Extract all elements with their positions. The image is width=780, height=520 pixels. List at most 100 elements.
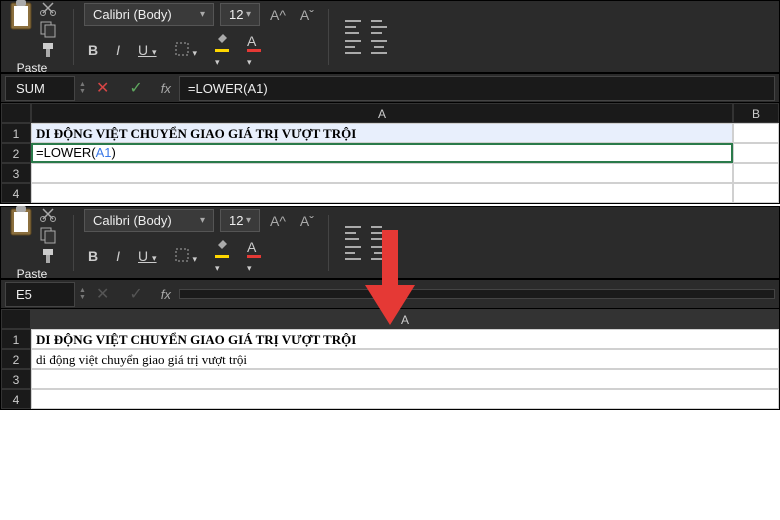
decrease-font-icon[interactable]: Aˇ [296, 213, 318, 229]
cell-A1[interactable]: DI ĐỘNG VIỆT CHUYỂN GIAO GIÁ TRỊ VƯỢT TR… [31, 123, 733, 143]
align-left-icon[interactable] [345, 246, 361, 260]
paste-label: Paste [17, 61, 48, 75]
paste-label: Paste [17, 267, 48, 281]
align-center-icon[interactable] [371, 246, 387, 260]
cell-A4[interactable] [31, 389, 779, 409]
grid-bottom: A 1 DI ĐỘNG VIỆT CHUYỂN GIAO GIÁ TRỊ VƯỢ… [1, 309, 779, 409]
bold-button[interactable]: B [84, 40, 102, 60]
border-button[interactable]: ▾ [171, 40, 201, 61]
ribbon-top: Paste Calibri (Body)▾ 12▾ A^ Aˇ B I U ▾ … [1, 1, 779, 73]
paste-group: Paste [7, 0, 57, 75]
cell-A4[interactable] [31, 183, 733, 203]
accept-button[interactable]: ✓ [119, 78, 152, 98]
font-group: Calibri (Body)▾ 12▾ A^ Aˇ B I U ▾ ▾ ▾ A … [84, 209, 318, 276]
font-name-select[interactable]: Calibri (Body)▾ [84, 3, 214, 26]
italic-button[interactable]: I [112, 40, 124, 60]
name-box[interactable]: SUM [5, 76, 75, 101]
font-size-select[interactable]: 12▾ [220, 209, 260, 232]
decrease-font-icon[interactable]: Aˇ [296, 7, 318, 23]
increase-font-icon[interactable]: A^ [266, 7, 290, 23]
bucket-icon [215, 32, 229, 46]
border-button[interactable]: ▾ [171, 246, 201, 267]
grid-top: A B 1 DI ĐỘNG VIỆT CHUYỂN GIAO GIÁ TRỊ V… [1, 103, 779, 203]
bold-button[interactable]: B [84, 246, 102, 266]
cancel-button: ✕ [86, 284, 119, 304]
align-group [345, 226, 387, 260]
formula-bar-bottom: E5 ▲▼ ✕ ✓ fx [1, 279, 779, 309]
align-left-icon[interactable] [345, 40, 361, 54]
row-header-3[interactable]: 3 [1, 369, 31, 389]
align-middle-icon[interactable] [371, 20, 387, 34]
fx-label[interactable]: fx [153, 81, 179, 96]
font-size-select[interactable]: 12▾ [220, 3, 260, 26]
paste-group: Paste [7, 205, 57, 281]
font-name-select[interactable]: Calibri (Body)▾ [84, 209, 214, 232]
select-all-corner[interactable] [1, 103, 31, 123]
row-header-2[interactable]: 2 [1, 143, 31, 163]
chevron-down-icon: ▾ [246, 215, 251, 226]
cell-B2[interactable] [733, 143, 779, 163]
font-color-button[interactable]: A ▾ [243, 237, 265, 276]
align-top-icon[interactable] [345, 226, 361, 240]
row-header-4[interactable]: 4 [1, 183, 31, 203]
col-header-A[interactable]: A [31, 103, 733, 123]
chevron-down-icon: ▾ [246, 9, 251, 20]
col-header-A[interactable]: A [31, 309, 779, 329]
align-top-icon[interactable] [345, 20, 361, 34]
ribbon-divider [73, 9, 74, 65]
cell-B4[interactable] [733, 183, 779, 203]
font-group: Calibri (Body)▾ 12▾ A^ Aˇ B I U ▾ ▾ ▾ A … [84, 3, 318, 70]
accept-button: ✓ [119, 284, 152, 304]
formula-bar-top: SUM ▲▼ ✕ ✓ fx =LOWER(A1) [1, 73, 779, 103]
paste-button[interactable] [7, 0, 35, 36]
fill-color-button[interactable]: ▾ [211, 30, 233, 70]
fill-color-button[interactable]: ▾ [211, 236, 233, 276]
cell-A3[interactable] [31, 369, 779, 389]
cut-icon[interactable] [39, 0, 57, 17]
screenshot-container: Paste Calibri (Body)▾ 12▾ A^ Aˇ B I U ▾ … [0, 0, 780, 520]
align-center-icon[interactable] [371, 40, 387, 54]
cut-icon[interactable] [39, 205, 57, 223]
row-header-3[interactable]: 3 [1, 163, 31, 183]
cancel-button[interactable]: ✕ [86, 78, 119, 98]
col-header-B[interactable]: B [733, 103, 779, 123]
chevron-down-icon: ▾ [200, 9, 205, 20]
increase-font-icon[interactable]: A^ [266, 213, 290, 229]
row-header-1[interactable]: 1 [1, 329, 31, 349]
row-header-2[interactable]: 2 [1, 349, 31, 369]
name-box[interactable]: E5 [5, 282, 75, 307]
paste-button[interactable] [7, 205, 35, 242]
cell-A1[interactable]: DI ĐỘNG VIỆT CHUYỂN GIAO GIÁ TRỊ VƯỢT TR… [31, 329, 779, 349]
row-header-4[interactable]: 4 [1, 389, 31, 409]
cell-B1[interactable] [733, 123, 779, 143]
select-all-corner[interactable] [1, 309, 31, 329]
align-middle-icon[interactable] [371, 226, 387, 240]
format-painter-icon[interactable] [39, 247, 57, 265]
formula-input[interactable] [179, 289, 775, 299]
align-group [345, 20, 387, 54]
formula-input[interactable]: =LOWER(A1) [179, 76, 775, 101]
excel-window-bottom: Paste Calibri (Body)▾ 12▾ A^ Aˇ B I U ▾ … [0, 206, 780, 410]
underline-button[interactable]: U ▾ [134, 40, 161, 60]
name-box-spinner[interactable]: ▲▼ [79, 287, 86, 301]
chevron-down-icon: ▾ [200, 215, 205, 226]
excel-window-top: Paste Calibri (Body)▾ 12▾ A^ Aˇ B I U ▾ … [0, 0, 780, 204]
name-box-spinner[interactable]: ▲▼ [79, 81, 86, 95]
italic-button[interactable]: I [112, 246, 124, 266]
ribbon-divider [328, 215, 329, 271]
font-color-button[interactable]: A ▾ [243, 31, 265, 70]
copy-icon[interactable] [39, 20, 57, 38]
underline-button[interactable]: U ▾ [134, 246, 161, 266]
bucket-icon [215, 238, 229, 252]
border-icon [175, 248, 189, 262]
fx-label[interactable]: fx [153, 287, 179, 302]
cell-A2[interactable]: =LOWER(A1) [31, 143, 733, 163]
copy-icon[interactable] [39, 226, 57, 244]
ribbon-divider [328, 9, 329, 65]
cell-A3[interactable] [31, 163, 733, 183]
cell-A2[interactable]: di động việt chuyển giao giá trị vượt tr… [31, 349, 779, 369]
cell-B3[interactable] [733, 163, 779, 183]
row-header-1[interactable]: 1 [1, 123, 31, 143]
border-icon [175, 42, 189, 56]
format-painter-icon[interactable] [39, 41, 57, 59]
